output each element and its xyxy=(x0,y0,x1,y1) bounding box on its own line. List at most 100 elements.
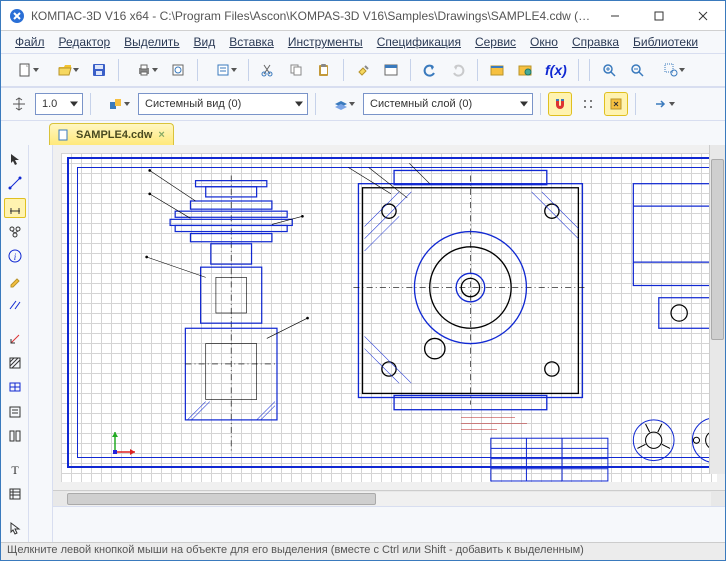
menu-insert[interactable]: Вставка xyxy=(223,33,280,51)
tool-structure[interactable] xyxy=(4,222,26,242)
annotation-text: —————————————————————————— xyxy=(461,415,527,433)
tool-measure[interactable] xyxy=(4,329,26,349)
left-toolbox: i T xyxy=(1,145,29,542)
document-tab[interactable]: SAMPLE4.cdw × xyxy=(49,123,174,145)
document-tabbar: SAMPLE4.cdw × xyxy=(1,121,725,145)
main-area: i T xyxy=(1,145,725,542)
zoom-region-button[interactable] xyxy=(653,58,689,82)
library1-button[interactable] xyxy=(485,58,509,82)
layer-label: Системный слой (0) xyxy=(370,98,472,110)
svg-text:i: i xyxy=(13,252,16,262)
close-button[interactable] xyxy=(681,1,725,31)
tool-spec[interactable] xyxy=(4,401,26,421)
statusbar: Щелкните левой кнопкой мыши на объекте д… xyxy=(1,542,725,560)
svg-text:T: T xyxy=(11,463,19,477)
tab-close-button[interactable]: × xyxy=(158,129,164,141)
titlebar: КОМПАС-3D V16 x64 - C:\Program Files\Asc… xyxy=(1,1,725,31)
horizontal-scrollbar[interactable] xyxy=(53,490,725,506)
secondary-toolbar: 1.0 Системный вид (0) Системный слой (0) xyxy=(1,87,725,121)
scrollbar-track[interactable] xyxy=(67,492,711,506)
separator xyxy=(197,59,198,81)
undo-button[interactable] xyxy=(418,58,442,82)
arrow-dropdown-button[interactable] xyxy=(643,92,679,116)
main-toolbar: f(x) xyxy=(1,53,725,87)
menu-service[interactable]: Сервис xyxy=(469,33,522,51)
menu-spec[interactable]: Спецификация xyxy=(371,33,467,51)
copy-button[interactable] xyxy=(284,58,308,82)
vertical-scrollbar[interactable] xyxy=(709,145,725,474)
tool-params[interactable] xyxy=(4,295,26,315)
separator xyxy=(315,93,316,115)
zoom-out-button[interactable] xyxy=(625,58,649,82)
views-button[interactable] xyxy=(98,92,134,116)
menu-tools[interactable]: Инструменты xyxy=(282,33,369,51)
separator xyxy=(540,93,541,115)
scale-combo[interactable]: 1.0 xyxy=(35,93,83,115)
drawing-canvas[interactable]: —————————————————————————— xyxy=(53,145,725,490)
zoom-in-button[interactable] xyxy=(597,58,621,82)
scrollbar-thumb[interactable] xyxy=(67,493,376,505)
document-icon xyxy=(58,129,70,141)
menu-editor[interactable]: Редактор xyxy=(53,33,117,51)
separator xyxy=(477,59,478,81)
grid-snap-button[interactable] xyxy=(576,92,600,116)
separator xyxy=(248,59,249,81)
separator xyxy=(90,93,91,115)
menubar: Файл Редактор Выделить Вид Вставка Инстр… xyxy=(1,31,725,53)
tool-geometry[interactable] xyxy=(4,173,26,193)
menu-file[interactable]: Файл xyxy=(9,33,51,51)
origin-marker xyxy=(111,430,137,456)
print-button[interactable] xyxy=(126,58,162,82)
maximize-button[interactable] xyxy=(637,1,681,31)
new-button[interactable] xyxy=(7,58,43,82)
tab-label: SAMPLE4.cdw xyxy=(76,129,152,141)
fx-button[interactable]: f(x) xyxy=(541,62,571,78)
scrollbar-thumb[interactable] xyxy=(711,159,724,340)
tool-info[interactable]: i xyxy=(4,246,26,266)
tool-reports[interactable] xyxy=(4,426,26,446)
open-button[interactable] xyxy=(47,58,83,82)
redo-button[interactable] xyxy=(446,58,470,82)
menu-view[interactable]: Вид xyxy=(188,33,222,51)
window-title: КОМПАС-3D V16 x64 - C:\Program Files\Asc… xyxy=(31,9,593,23)
object-props-button[interactable] xyxy=(379,58,403,82)
menu-select[interactable]: Выделить xyxy=(118,33,185,51)
canvas-wrap: —————————————————————————— xyxy=(53,145,725,542)
layers-button[interactable] xyxy=(323,92,359,116)
menu-libraries[interactable]: Библиотеки xyxy=(627,33,704,51)
status-text: Щелкните левой кнопкой мыши на объекте д… xyxy=(7,544,584,556)
left-toolbox-2 xyxy=(29,145,53,542)
layer-combo[interactable]: Системный слой (0) xyxy=(363,93,533,115)
tool-sheet[interactable] xyxy=(4,484,26,504)
snap-button[interactable] xyxy=(7,92,31,116)
state-button[interactable] xyxy=(604,92,628,116)
tool-edit[interactable] xyxy=(4,270,26,290)
separator xyxy=(635,93,636,115)
menu-window[interactable]: Окно xyxy=(524,33,564,51)
separator xyxy=(589,59,590,81)
tool-pointer[interactable] xyxy=(4,149,26,169)
library2-button[interactable] xyxy=(513,58,537,82)
paste-button[interactable] xyxy=(312,58,336,82)
menu-help[interactable]: Справка xyxy=(566,33,625,51)
tool-cursor2[interactable] xyxy=(4,518,26,538)
save-button[interactable] xyxy=(87,58,111,82)
tool-dimensions[interactable] xyxy=(4,198,26,218)
separator xyxy=(578,59,579,81)
cut-button[interactable] xyxy=(256,58,280,82)
scale-value: 1.0 xyxy=(42,98,57,110)
view-label: Системный вид (0) xyxy=(145,98,241,110)
magnet-button[interactable] xyxy=(548,92,572,116)
tool-hatch[interactable] xyxy=(4,353,26,373)
tool-text[interactable]: T xyxy=(4,460,26,480)
drawing-content xyxy=(53,145,725,490)
properties-button[interactable] xyxy=(205,58,241,82)
app-icon xyxy=(9,8,25,24)
preview-button[interactable] xyxy=(166,58,190,82)
format-painter-button[interactable] xyxy=(351,58,375,82)
tool-table[interactable] xyxy=(4,377,26,397)
view-combo[interactable]: Системный вид (0) xyxy=(138,93,308,115)
bottom-panel xyxy=(53,506,725,542)
separator xyxy=(410,59,411,81)
minimize-button[interactable] xyxy=(593,1,637,31)
